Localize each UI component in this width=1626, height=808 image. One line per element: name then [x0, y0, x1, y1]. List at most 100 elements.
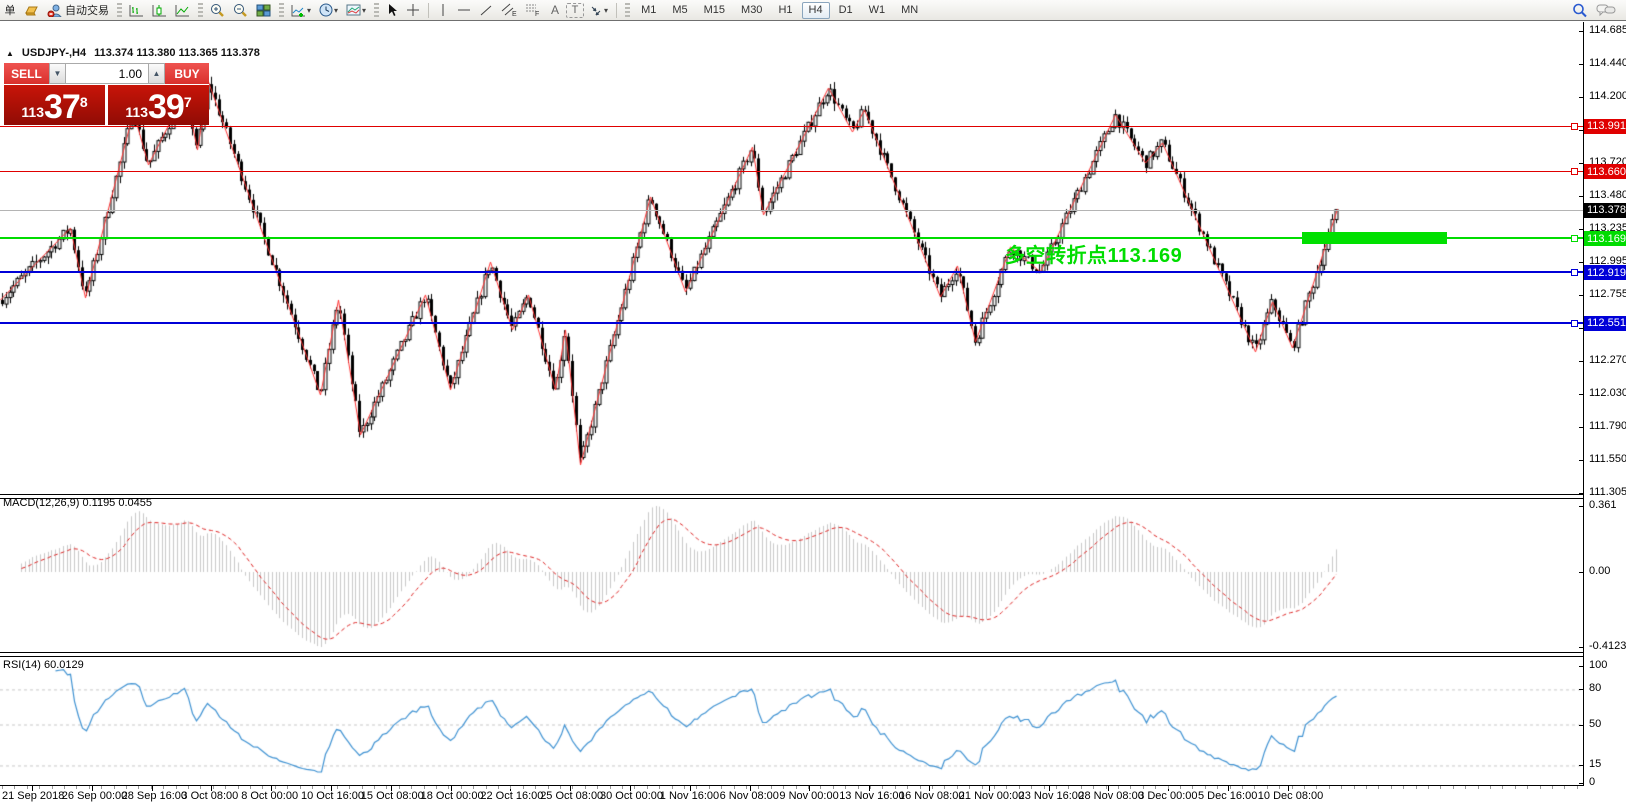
pane-splitter[interactable] — [0, 494, 1626, 495]
buy-price-display[interactable]: 113397 — [108, 85, 209, 125]
line-handle[interactable] — [1571, 320, 1578, 327]
pane-splitter[interactable] — [0, 656, 1626, 657]
buy-button[interactable]: BUY — [165, 63, 209, 84]
templates-dropdown-caret[interactable]: ▾ — [362, 6, 366, 15]
zoom-in-button[interactable] — [207, 1, 228, 19]
pane-splitter[interactable] — [0, 652, 1626, 653]
arrows-tool-button[interactable]: ▾ — [586, 1, 611, 19]
pane-splitter[interactable] — [0, 498, 1626, 499]
horizontal-price-line[interactable] — [0, 210, 1583, 211]
volume-up-button[interactable]: ▲ — [148, 63, 165, 84]
bar-chart-mode-button[interactable] — [126, 1, 147, 19]
time-minor-tick — [89, 786, 90, 789]
time-minor-tick — [709, 786, 710, 789]
fibonacci-tool-button[interactable]: F — [522, 1, 544, 19]
time-tick-mark — [1049, 786, 1050, 791]
line-chart-mode-button[interactable] — [172, 1, 193, 19]
horizontal-line-tool-button[interactable] — [454, 1, 474, 19]
time-tick-label: 6 Nov 08:00 — [720, 790, 779, 802]
timeframe-button-m5[interactable]: M5 — [665, 2, 694, 19]
pivot-annotation-text[interactable]: 多空转折点113.169 — [1005, 239, 1182, 268]
price-axis[interactable]: 114.685114.440114.200113.960113.720113.4… — [1584, 22, 1626, 786]
time-tick-mark — [929, 786, 930, 791]
horizontal-price-line[interactable] — [0, 171, 1583, 172]
templates-button[interactable]: ▾ — [343, 1, 369, 19]
timeframe-button-m30[interactable]: M30 — [734, 2, 769, 19]
chart-plot-area[interactable]: ▲ USDJPY-,H4 113.374 113.380 113.365 113… — [0, 22, 1583, 785]
vertical-line-tool-button[interactable] — [434, 1, 452, 19]
time-minor-tick — [1527, 786, 1528, 789]
horizontal-line-icon — [457, 5, 471, 15]
time-tick-label: 30 Oct 00:00 — [600, 790, 663, 802]
periods-dropdown-caret[interactable]: ▾ — [334, 6, 338, 15]
time-minor-tick — [349, 786, 350, 789]
line-handle[interactable] — [1571, 269, 1578, 276]
chat-button[interactable] — [1593, 1, 1619, 19]
line-handle[interactable] — [1571, 235, 1578, 242]
volume-input[interactable]: 1.00 — [66, 63, 148, 84]
buy-price-big: 39 — [148, 92, 184, 122]
timeframe-button-d1[interactable]: D1 — [832, 2, 860, 19]
sell-price-display[interactable]: 113378 — [4, 85, 105, 125]
gold-symbol-icon[interactable] — [21, 1, 42, 19]
tile-windows-button[interactable] — [253, 1, 274, 19]
time-minor-tick — [969, 786, 970, 789]
price-tick-label: 112.270 — [1589, 354, 1626, 366]
time-minor-tick — [1416, 786, 1417, 789]
periods-button[interactable]: ▾ — [316, 1, 341, 19]
price-line-label: 113.169 — [1584, 231, 1626, 246]
toolbar-grip — [117, 3, 122, 17]
cursor-tool-button[interactable] — [383, 1, 401, 19]
line-handle[interactable] — [1571, 168, 1578, 175]
crosshair-tool-button[interactable] — [403, 1, 423, 19]
timeframe-button-m1[interactable]: M1 — [634, 2, 663, 19]
new-order-button[interactable]: 单 — [1, 1, 19, 19]
horizontal-price-line[interactable] — [0, 126, 1583, 127]
time-minor-tick — [1304, 786, 1305, 789]
search-button[interactable] — [1569, 1, 1591, 19]
cursor-arrow-icon — [386, 3, 398, 17]
time-axis[interactable]: 21 Sep 201826 Sep 00:0028 Sep 16:003 Oct… — [0, 786, 1626, 808]
horizontal-price-line[interactable] — [0, 271, 1583, 273]
timeframes-group: M1M5M15M30H1H4D1W1MN — [633, 2, 926, 19]
text-tool-button[interactable]: A — [546, 1, 564, 19]
line-handle[interactable] — [1571, 123, 1578, 130]
price-tick-label: 114.200 — [1589, 90, 1626, 102]
time-tick-label: 3 Oct 08:00 — [181, 790, 238, 802]
time-minor-tick — [858, 786, 859, 789]
price-tick-mark — [1579, 64, 1583, 65]
text-label-tool-button[interactable]: T — [566, 3, 584, 18]
indicators-button[interactable]: ▾ — [288, 1, 314, 19]
time-minor-tick — [1465, 786, 1466, 789]
timeframe-button-h1[interactable]: H1 — [771, 2, 799, 19]
horizontal-price-line[interactable] — [0, 322, 1583, 324]
auto-trading-button[interactable]: 自动交易 — [44, 1, 112, 19]
price-line-label: 112.919 — [1584, 265, 1626, 280]
timeframe-button-h4[interactable]: H4 — [802, 2, 830, 19]
price-chart-canvas[interactable] — [0, 22, 1583, 785]
timeframe-button-w1[interactable]: W1 — [862, 2, 893, 19]
indicators-dropdown-caret[interactable]: ▾ — [307, 6, 311, 15]
time-minor-tick — [362, 786, 363, 789]
price-tick-mark — [1579, 229, 1583, 230]
time-minor-tick — [957, 786, 958, 789]
candlestick-mode-button[interactable] — [149, 1, 170, 19]
time-minor-tick — [1068, 786, 1069, 789]
time-minor-tick — [163, 786, 164, 789]
time-minor-tick — [324, 786, 325, 789]
rsi-tick-label: 80 — [1589, 682, 1601, 694]
volume-down-button[interactable]: ▼ — [49, 63, 66, 84]
time-tick-label: 8 Oct 00:00 — [241, 790, 298, 802]
arrows-dropdown-caret[interactable]: ▾ — [604, 6, 608, 15]
time-minor-tick — [386, 786, 387, 789]
sell-button[interactable]: SELL — [4, 63, 49, 84]
timeframe-button-mn[interactable]: MN — [894, 2, 925, 19]
timeframe-button-m15[interactable]: M15 — [697, 2, 732, 19]
channel-tool-button[interactable]: E — [498, 1, 520, 19]
collapse-triangle-icon[interactable]: ▲ — [6, 49, 14, 58]
time-minor-tick — [1564, 786, 1565, 789]
trendline-tool-button[interactable] — [476, 1, 496, 19]
zoom-out-button[interactable] — [230, 1, 251, 19]
highlight-rectangle[interactable] — [1302, 232, 1447, 244]
time-tick-mark — [690, 786, 691, 791]
